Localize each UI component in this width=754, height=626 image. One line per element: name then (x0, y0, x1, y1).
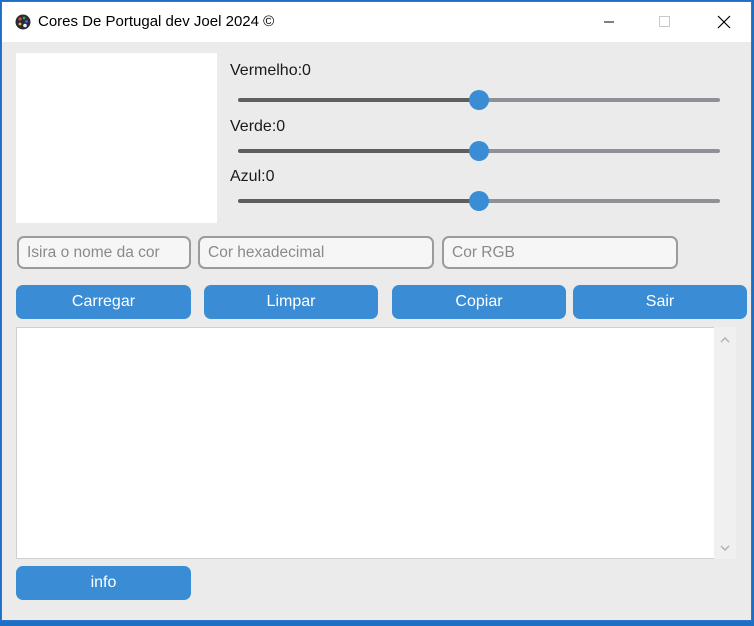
green-slider-track (479, 149, 720, 153)
red-slider-track-filled (238, 98, 479, 102)
close-button[interactable] (701, 2, 747, 42)
color-preview (16, 53, 217, 223)
title-bar[interactable]: Cores De Portugal dev Joel 2024 © (2, 2, 751, 42)
green-slider-label: Verde:0 (230, 118, 286, 135)
palette-icon (15, 14, 31, 30)
output-textbox[interactable] (16, 327, 736, 559)
app-window: Cores De Portugal dev Joel 2024 © Vermel… (1, 1, 752, 621)
window-title: Cores De Portugal dev Joel 2024 © (38, 13, 275, 30)
green-slider[interactable] (238, 141, 720, 161)
blue-slider-label: Azul:0 (230, 168, 275, 185)
chevron-up-icon[interactable] (718, 333, 732, 347)
red-slider[interactable] (238, 90, 720, 110)
output-scrollbar[interactable] (714, 327, 736, 559)
chevron-down-icon[interactable] (718, 541, 732, 555)
close-icon (717, 15, 731, 29)
load-button[interactable]: Carregar (16, 285, 191, 319)
minimize-button[interactable] (586, 2, 632, 42)
hex-input[interactable] (198, 236, 434, 269)
rgb-input[interactable] (442, 236, 678, 269)
green-slider-track-filled (238, 149, 479, 153)
maximize-icon (659, 16, 670, 27)
red-slider-track (479, 98, 720, 102)
blue-slider[interactable] (238, 191, 720, 211)
red-slider-thumb[interactable] (469, 90, 489, 110)
exit-button[interactable]: Sair (573, 285, 747, 319)
clear-button[interactable]: Limpar (204, 285, 378, 319)
green-slider-thumb[interactable] (469, 141, 489, 161)
blue-slider-track-filled (238, 199, 479, 203)
blue-slider-thumb[interactable] (469, 191, 489, 211)
minimize-icon (604, 21, 614, 23)
copy-button[interactable]: Copiar (392, 285, 566, 319)
info-button[interactable]: info (16, 566, 191, 600)
maximize-button[interactable] (642, 2, 688, 42)
blue-slider-track (479, 199, 720, 203)
color-name-input[interactable] (17, 236, 191, 269)
red-slider-label: Vermelho:0 (230, 62, 311, 79)
